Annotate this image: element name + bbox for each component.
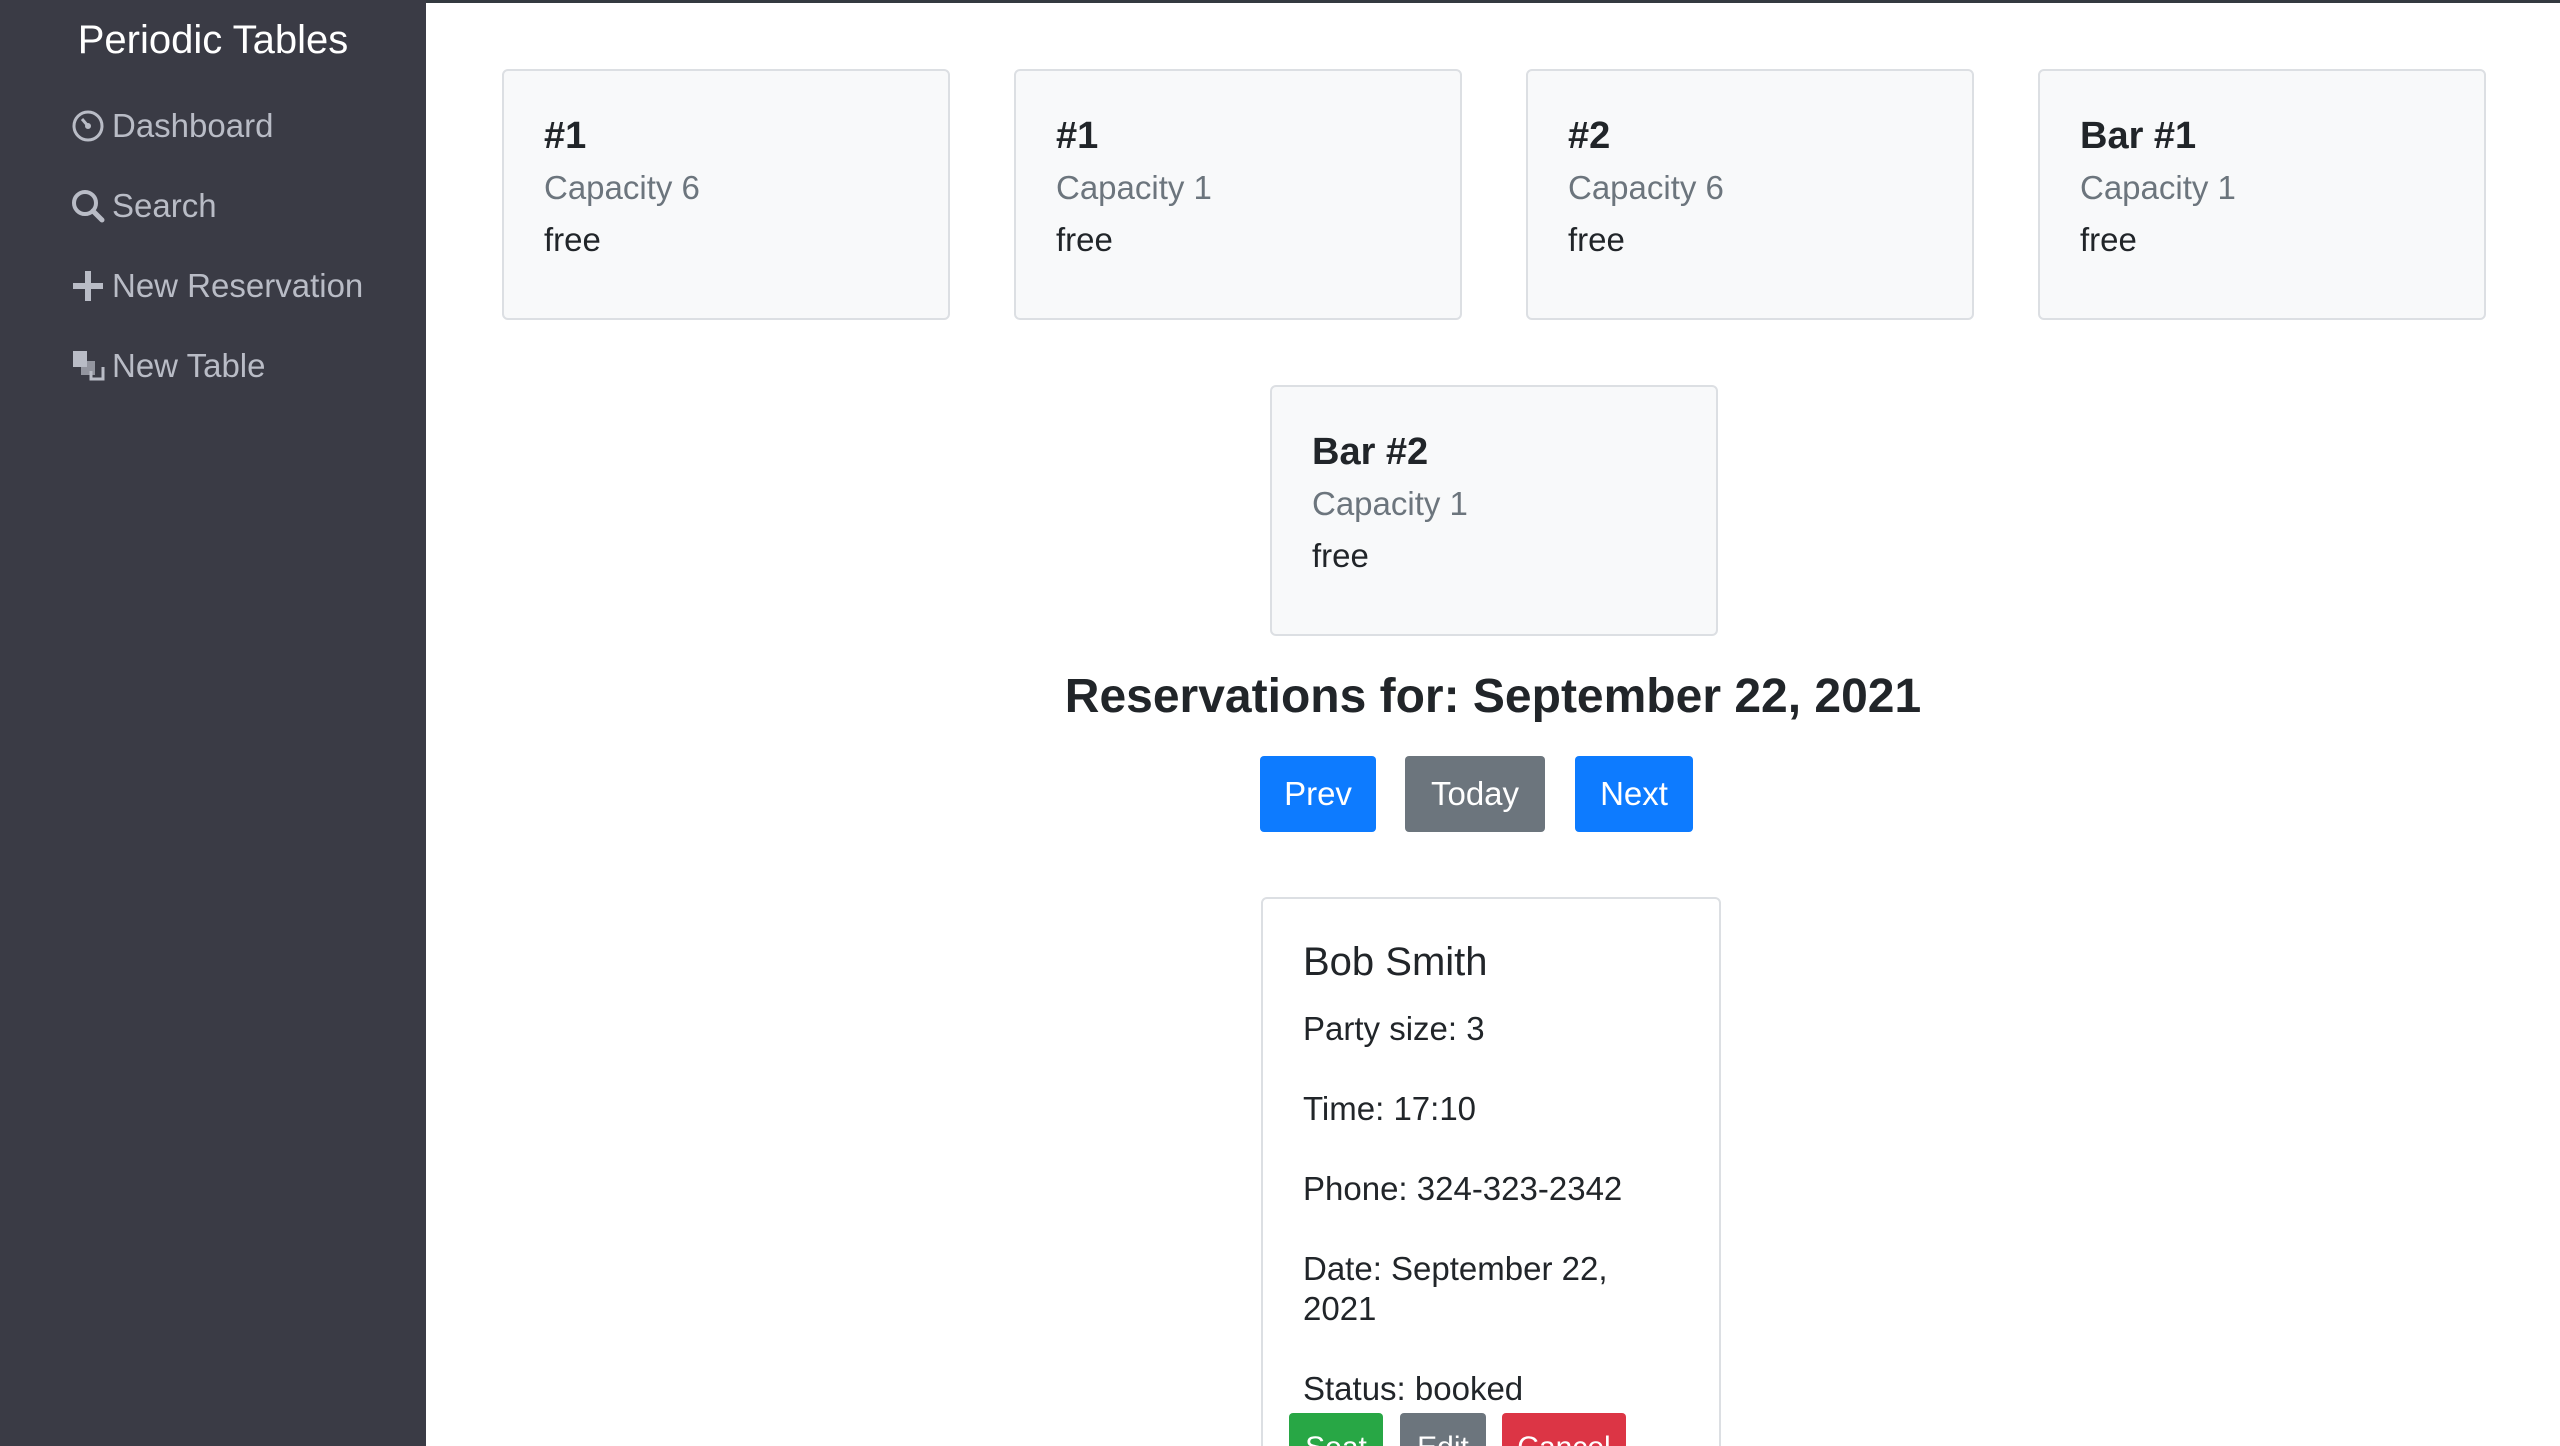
table-name: Bar #2	[1312, 431, 1429, 473]
search-icon	[68, 186, 108, 226]
reservations-heading: Reservations for: September 22, 2021	[1064, 670, 1922, 723]
edit-button[interactable]: Edit	[1400, 1413, 1486, 1446]
table-status: free	[544, 221, 601, 258]
sidebar: Periodic Tables Dashboard Search New Res…	[0, 0, 426, 1446]
nav-label-search: Search	[112, 187, 217, 224]
reservation-time: Time: 17:10	[1303, 1090, 1477, 1127]
table-name: Bar #1	[2080, 115, 2197, 157]
nav-label-new-reservation: New Reservation	[112, 267, 364, 304]
reservation-card: Bob Smith Party size: 3 Time: 17:10 Phon…	[1261, 897, 1721, 1446]
table-status: free	[1312, 537, 1369, 574]
reservation-date: Date: September 22, 2021	[1303, 1250, 1608, 1327]
table-capacity: Capacity 1	[1056, 169, 1212, 206]
table-card: #2 Capacity 6 free	[1526, 69, 1974, 320]
layers-icon	[68, 346, 108, 386]
brand-title[interactable]: Periodic Tables	[0, 18, 426, 63]
next-button[interactable]: Next	[1575, 756, 1693, 832]
reservation-name: Bob Smith	[1303, 940, 1488, 984]
table-capacity: Capacity 1	[1312, 485, 1468, 522]
table-name: #2	[1568, 115, 1611, 157]
cancel-button[interactable]: Cancel	[1502, 1413, 1626, 1446]
nav-item-dashboard[interactable]: Dashboard	[68, 98, 273, 154]
nav-item-new-table[interactable]: New Table	[68, 338, 265, 394]
table-capacity: Capacity 6	[1568, 169, 1724, 206]
table-status: free	[2080, 221, 2137, 258]
table-card: #1 Capacity 6 free	[502, 69, 950, 320]
table-capacity: Capacity 1	[2080, 169, 2236, 206]
table-card: Bar #1 Capacity 1 free	[2038, 69, 2486, 320]
table-card: Bar #2 Capacity 1 free	[1270, 385, 1718, 636]
table-capacity: Capacity 6	[544, 169, 700, 206]
seat-button[interactable]: Seat	[1289, 1413, 1383, 1446]
reservation-party-size: Party size: 3	[1303, 1010, 1485, 1047]
table-status: free	[1568, 221, 1625, 258]
table-status: free	[1056, 221, 1113, 258]
nav-item-search[interactable]: Search	[68, 178, 217, 234]
nav-item-new-reservation[interactable]: New Reservation	[68, 258, 363, 314]
table-name: #1	[1056, 115, 1099, 157]
prev-button[interactable]: Prev	[1260, 756, 1376, 832]
reservation-status: Status: booked	[1303, 1370, 1524, 1407]
plus-icon	[68, 266, 108, 306]
dashboard-icon	[68, 106, 108, 146]
today-button[interactable]: Today	[1405, 756, 1545, 832]
table-card: #1 Capacity 1 free	[1014, 69, 1462, 320]
nav-label-new-table: New Table	[112, 347, 266, 384]
dashboard-main: #1 Capacity 6 free #1 Capacity 1 free #2…	[426, 3, 2560, 1446]
nav-label-dashboard: Dashboard	[112, 107, 274, 144]
table-name: #1	[544, 115, 587, 157]
reservation-phone: Phone: 324-323-2342	[1303, 1170, 1623, 1207]
